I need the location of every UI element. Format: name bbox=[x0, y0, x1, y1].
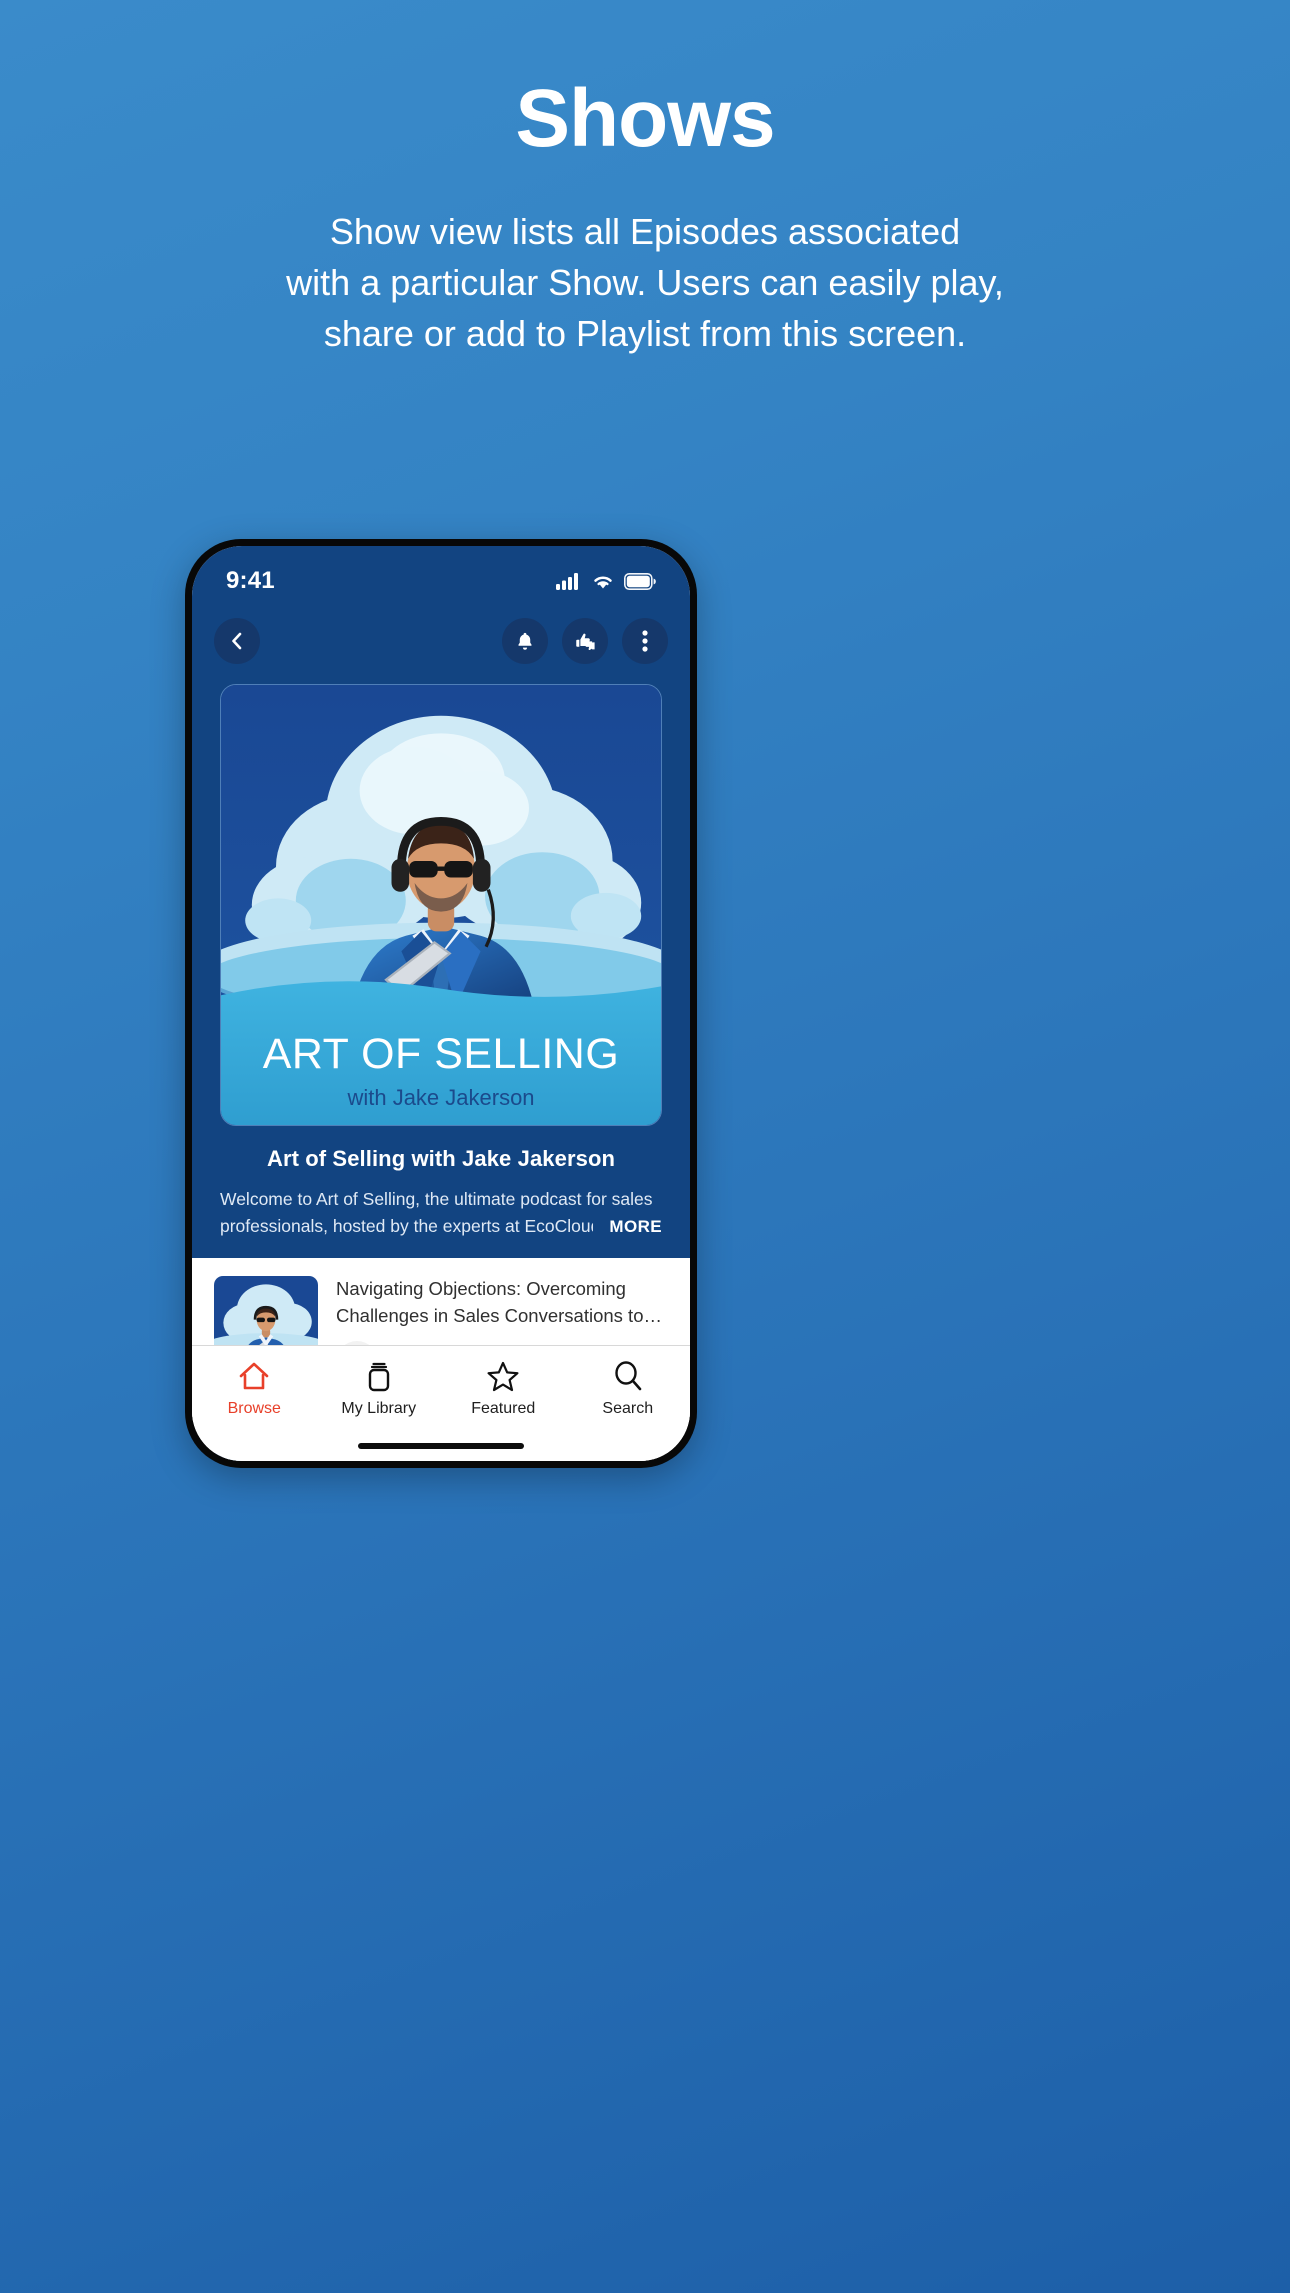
show-description-block: Welcome to Art of Selling, the ultimate … bbox=[220, 1186, 662, 1258]
show-title: Art of Selling with Jake Jakerson bbox=[266, 1146, 616, 1171]
show-hero: ART OF SELLING with Jake Jakerson Art of… bbox=[192, 670, 690, 1259]
notifications-button[interactable] bbox=[502, 618, 548, 664]
show-cover-art: ART OF SELLING with Jake Jakerson bbox=[220, 684, 662, 1126]
promo-header: Shows Show view lists all Episodes assoc… bbox=[0, 0, 1290, 359]
tab-my-library[interactable]: My Library bbox=[317, 1360, 442, 1418]
promo-subtitle-line: with a particular Show. Users can easily… bbox=[286, 262, 1004, 304]
rate-button[interactable] bbox=[562, 618, 608, 664]
tab-browse[interactable]: Browse bbox=[192, 1360, 317, 1418]
tab-label: Featured bbox=[471, 1400, 536, 1417]
phone-screen: 9:41 ART OF SELLING with Jake Jakerson A… bbox=[192, 546, 690, 1461]
cover-sub-text: with Jake Jakerson bbox=[346, 1085, 534, 1110]
cover-illustration: ART OF SELLING with Jake Jakerson bbox=[221, 685, 661, 1125]
page-title: Shows bbox=[515, 73, 775, 164]
library-icon bbox=[368, 1362, 389, 1392]
episode-title: Navigating Objections: Overcoming Challe… bbox=[336, 1278, 662, 1326]
phone-mockup: 9:41 ART OF SELLING with Jake Jakerson A… bbox=[185, 539, 697, 1468]
home-indicator bbox=[358, 1443, 524, 1449]
thumbs-up-down-icon bbox=[576, 633, 595, 651]
promo-subtitle: Show view lists all Episodes associated … bbox=[0, 206, 1290, 359]
tab-featured[interactable]: Featured bbox=[441, 1360, 566, 1418]
tab-label: My Library bbox=[341, 1400, 417, 1417]
more-vertical-icon bbox=[642, 630, 648, 652]
status-icons bbox=[556, 572, 656, 590]
battery-icon bbox=[624, 572, 656, 590]
top-nav-actions bbox=[502, 618, 668, 664]
promo-subtitle-line: Show view lists all Episodes associated bbox=[329, 211, 961, 252]
app-top-nav bbox=[192, 604, 690, 670]
status-bar: 9:41 bbox=[192, 546, 690, 604]
status-time: 9:41 bbox=[226, 567, 275, 594]
cellular-signal-icon bbox=[556, 573, 578, 590]
bell-icon bbox=[518, 632, 532, 650]
star-icon bbox=[487, 1361, 519, 1392]
tab-label: Search bbox=[602, 1400, 654, 1417]
home-icon bbox=[239, 1362, 269, 1390]
wifi-icon bbox=[594, 576, 612, 589]
search-icon bbox=[615, 1361, 642, 1391]
tab-label: Browse bbox=[227, 1400, 281, 1417]
bottom-tab-bar: Browse My Library Featured Search bbox=[192, 1345, 690, 1461]
show-description-more-button[interactable]: MORE bbox=[593, 1213, 662, 1241]
cover-main-text: ART OF SELLING bbox=[263, 1030, 620, 1078]
chevron-left-icon bbox=[232, 632, 242, 650]
tab-search[interactable]: Search bbox=[566, 1360, 691, 1418]
back-button[interactable] bbox=[214, 618, 260, 664]
promo-subtitle-line: share or add to Playlist from this scree… bbox=[323, 313, 967, 355]
overflow-menu-button[interactable] bbox=[622, 618, 668, 664]
phone-frame: 9:41 ART OF SELLING with Jake Jakerson A… bbox=[185, 539, 697, 1468]
